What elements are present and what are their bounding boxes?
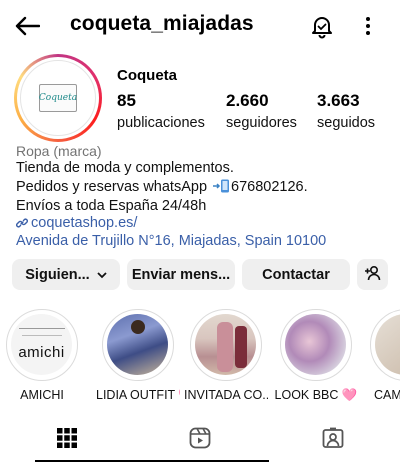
- back-arrow-icon[interactable]: [12, 13, 42, 39]
- chevron-down-icon: [97, 267, 107, 283]
- add-person-icon: [364, 265, 382, 285]
- profile-name: Coqueta: [117, 67, 177, 84]
- suggested-users-button[interactable]: [357, 259, 388, 290]
- highlight-label: CAM: [374, 388, 400, 402]
- highlight-ring: amichi: [6, 309, 78, 381]
- following-button[interactable]: Siguien...: [12, 259, 120, 290]
- profile-category: Ropa (marca): [16, 143, 102, 159]
- link-icon: [16, 217, 28, 233]
- highlight-cover: [285, 314, 346, 375]
- bio-phone-number: 676802126.: [231, 179, 308, 195]
- bio-line-1: Tienda de moda y complementos.: [16, 160, 234, 176]
- avatar-logo: Coqueta: [39, 84, 77, 112]
- highlight-cover: [195, 314, 256, 375]
- tab-reels[interactable]: [133, 418, 266, 462]
- highlight-amichi[interactable]: amichi AMICHI: [0, 309, 84, 402]
- profile-tabs: [0, 418, 400, 464]
- stat-following[interactable]: 3.663 seguidos: [317, 91, 375, 131]
- highlight-ring: [370, 309, 400, 381]
- more-vertical-icon[interactable]: [358, 13, 378, 39]
- reels-icon: [189, 427, 211, 454]
- bio-line-3: Envíos a toda España 24/48h: [16, 198, 207, 214]
- highlight-lidia-outfit[interactable]: LIDIA OUTFIT 🩷: [96, 309, 180, 403]
- highlight-ring: [280, 309, 352, 381]
- mobile-phone-icon: [212, 179, 230, 193]
- tab-tagged[interactable]: [266, 418, 399, 462]
- bell-icon[interactable]: [309, 13, 335, 39]
- highlight-label: INVITADA CO...: [184, 388, 268, 402]
- tab-grid[interactable]: [0, 418, 133, 462]
- stat-posts-label: publicaciones: [117, 115, 205, 131]
- highlight-cover: [375, 314, 400, 375]
- message-button[interactable]: Enviar mens...: [127, 259, 235, 290]
- highlight-cover-text: amichi: [18, 344, 65, 361]
- profile-username: coqueta_miajadas: [70, 12, 254, 35]
- bio-line-2-text: Pedidos y reservas whatsApp: [16, 179, 212, 195]
- highlight-label: LIDIA OUTFIT 🩷: [96, 388, 180, 402]
- highlight-label: AMICHI: [20, 388, 64, 402]
- highlight-ring: [190, 309, 262, 381]
- highlight-cover: amichi: [11, 314, 72, 375]
- stat-followers[interactable]: 2.660 seguidores: [226, 91, 297, 131]
- bio-line-2: Pedidos y reservas whatsApp 676802126.: [16, 179, 308, 195]
- website-link[interactable]: coquetashop.es/: [16, 215, 137, 233]
- highlight-cam[interactable]: CAM: [364, 309, 400, 402]
- stat-followers-value: 2.660: [226, 91, 269, 110]
- highlight-label: LOOK BBC 🩷: [274, 388, 358, 402]
- stat-following-label: seguidos: [317, 115, 376, 131]
- following-button-label: Siguien...: [25, 266, 90, 283]
- grid-icon: [56, 427, 78, 454]
- story-ring[interactable]: Coqueta: [14, 54, 102, 142]
- stat-followers-label: seguidores: [226, 115, 297, 131]
- highlight-cover: [107, 314, 168, 375]
- avatar[interactable]: Coqueta: [20, 60, 96, 136]
- contact-button[interactable]: Contactar: [242, 259, 350, 290]
- stat-following-value: 3.663: [317, 91, 360, 110]
- active-tab-indicator: [35, 460, 269, 462]
- stat-posts-value: 85: [117, 91, 136, 110]
- address-link[interactable]: Avenida de Trujillo N°16, Miajadas, Spai…: [16, 233, 326, 249]
- stat-posts[interactable]: 85 publicaciones: [117, 91, 205, 131]
- website-text: coquetashop.es/: [31, 215, 138, 231]
- highlight-invitada[interactable]: INVITADA CO...: [184, 309, 268, 402]
- highlight-look-bbc[interactable]: LOOK BBC 🩷: [274, 309, 358, 403]
- highlight-ring: [102, 309, 174, 381]
- top-bar: coqueta_miajadas: [0, 0, 400, 52]
- tagged-icon: [322, 427, 344, 454]
